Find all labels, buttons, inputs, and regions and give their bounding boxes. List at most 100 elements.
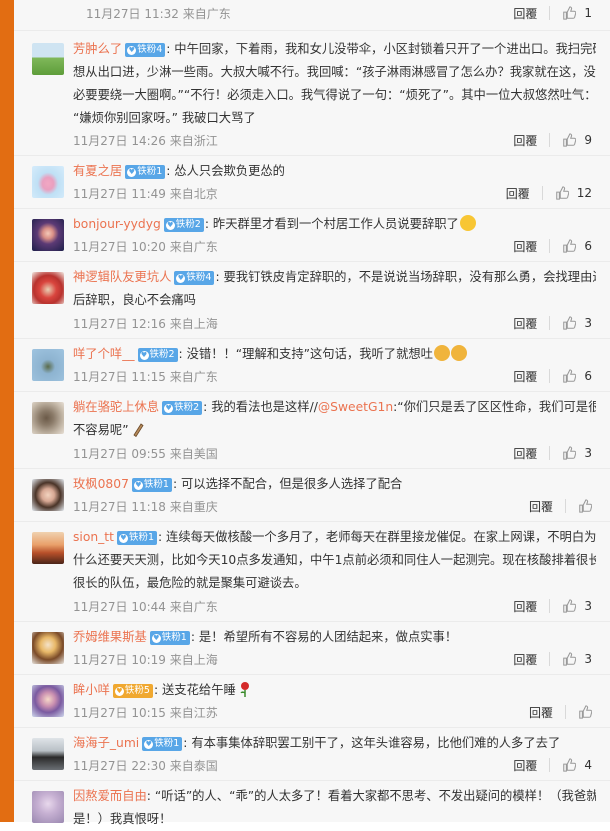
username[interactable]: 因熬爱而自由 [73,789,147,803]
username[interactable]: 芳肿么了 [73,42,122,56]
like-button[interactable]: 6 [562,239,592,253]
like-button[interactable]: 6 [562,369,592,383]
like-button[interactable] [578,499,592,513]
like-button[interactable]: 3 [562,599,592,613]
fan-badge[interactable]: ♥ 铁粉2 [162,401,203,415]
reply-button[interactable]: 回覆 [513,315,537,332]
reply-button[interactable]: 回覆 [513,651,537,668]
fan-badge[interactable]: ♥ 铁粉2 [163,218,204,232]
thumbs-up-icon [563,446,577,460]
reply-button[interactable]: 回覆 [506,185,530,202]
divider [549,6,551,20]
reply-button[interactable]: 回覆 [513,132,537,149]
like-button[interactable]: 3 [562,652,592,666]
username[interactable]: 有夏之居 [73,164,122,178]
avatar[interactable] [32,219,64,251]
username[interactable]: 海海子_umi [73,736,139,750]
reply-button[interactable]: 回覆 [513,238,537,255]
like-count: 6 [584,369,592,383]
comment-meta: 11月27日 11:32 来自广东 [86,7,231,21]
avatar[interactable] [32,272,64,304]
comment-text: 因熬爱而自由: “听话”的人、“乖”的人太多了！看着大家都不思考、不发出疑问的模… [73,789,596,826]
comment-actions: 回覆 6 [513,236,592,256]
comment-text: 海海子_umi ♥ 铁粉1: 有本事集体辞职罢工别干了，这年头谁容易，比他们难的人多… [73,736,561,751]
vomit-emoji-icon [450,345,467,361]
comment-meta: 11月27日 22:30 来自泰国 [73,759,218,773]
comment-item: 有夏之居 ♥ 铁粉1: 怂人只会欺负更怂的 11月27日 11:49 来自北京 回覆… [14,156,610,209]
like-button[interactable]: 3 [562,316,592,330]
comment-actions: 回覆 9 [513,130,592,150]
reply-button[interactable]: 回覆 [513,5,537,22]
reply-button[interactable]: 回覆 [529,498,553,515]
like-button[interactable]: 1 [562,6,592,20]
thumbs-up-icon [563,652,577,666]
avatar[interactable] [32,166,64,198]
thumbs-up-icon [579,499,592,513]
like-button[interactable]: 3 [562,446,592,460]
avatar[interactable] [32,43,64,75]
avatar[interactable] [32,402,64,434]
fan-badge[interactable]: ♥ 铁粉1 [116,531,157,545]
like-count: 4 [584,758,592,772]
username[interactable]: 玫枫0807 [73,477,129,491]
comment-actions: 回覆 1 [513,3,592,23]
heart-icon: ♥ [114,687,124,696]
heart-icon: ♥ [139,351,149,360]
fan-badge[interactable]: ♥ 铁粉1 [125,165,166,179]
comment-text: 有夏之居 ♥ 铁粉1: 怂人只会欺负更怂的 [73,164,285,179]
comment-item: 躺在骆驼上休息 ♥ 铁粉2: 我的看法也是这样//@SweetG1n:“你们只是丢了… [14,392,610,469]
avatar[interactable] [32,349,64,381]
like-button[interactable]: 9 [562,133,592,147]
avatar[interactable] [32,632,64,664]
comment-text: bonjour-yydyg ♥ 铁粉2: 昨天群里才看到一个村居工作人员说要辞职了 [73,213,596,236]
avatar[interactable] [32,532,64,564]
fan-badge[interactable]: ♥ 铁粉2 [137,348,178,362]
reply-button[interactable]: 回覆 [529,704,553,721]
comment-item: 玫枫0807 ♥ 铁粉1: 可以选择不配合，但是很多人选择了配合 11月27日 11… [14,469,610,522]
comment-meta: 11月27日 10:44 来自广东 [73,600,218,614]
username[interactable]: bonjour-yydyg [73,217,161,231]
comment-item: 神逻辑队友更坑人 ♥ 铁粉4: 要我钉铁皮肯定辞职的，不是说说当场辞职，没有那么勇，… [14,262,610,339]
heart-icon: ♥ [176,274,186,283]
username[interactable]: 乔姆维果斯基 [73,630,147,644]
vomit-emoji-icon [433,345,450,361]
reply-button[interactable]: 回覆 [513,757,537,774]
fan-badge[interactable]: ♥ 铁粉5 [112,684,153,698]
comment-item: bonjour-yydyg ♥ 铁粉2: 昨天群里才看到一个村居工作人员说要辞职了 … [14,209,610,262]
like-count: 3 [584,599,592,613]
heart-icon: ♥ [151,634,161,643]
fan-badge[interactable]: ♥ 铁粉1 [142,737,183,751]
like-button[interactable]: 4 [562,758,592,772]
comment-actions: 回覆 3 [513,443,592,463]
username[interactable]: 咩了个咩__ [73,347,135,361]
fan-badge[interactable]: ♥ 铁粉4 [125,43,166,57]
avatar[interactable] [32,479,64,511]
user-mention-link[interactable]: @SweetG1n [318,400,393,414]
comment-meta: 11月27日 09:55 来自美国 [73,447,218,461]
like-button[interactable] [578,705,592,719]
reply-button[interactable]: 回覆 [513,368,537,385]
avatar[interactable] [32,791,64,823]
heart-icon: ♥ [133,481,143,490]
fan-badge[interactable]: ♥ 铁粉1 [131,478,172,492]
like-count: 6 [584,239,592,253]
avatar[interactable] [32,685,64,717]
reply-button[interactable]: 回覆 [513,445,537,462]
comment-item: 乔姆维果斯基 ♥ 铁粉1: 是！希望所有不容易的人团结起来，做点实事！ 11月27日… [14,622,610,675]
thumbs-up-icon [563,239,577,253]
fan-badge[interactable]: ♥ 铁粉1 [149,631,190,645]
comment-text: 躺在骆驼上休息 ♥ 铁粉2: 我的看法也是这样//@SweetG1n:“你们只是丢了… [73,400,596,438]
comment-meta: 11月27日 11:18 来自重庆 [73,500,218,514]
avatar[interactable] [32,738,64,770]
reply-button[interactable]: 回覆 [513,598,537,615]
comment-item: 芳肿么了 ♥ 铁粉4: 中午回家，下着雨，我和女儿没带伞，小区封锁着只开了一个进出口… [14,31,610,156]
username[interactable]: 神逻辑队友更坑人 [73,270,171,284]
comment-meta: 11月27日 11:15 来自广东 [73,370,218,384]
fan-badge[interactable]: ♥ 铁粉4 [174,271,215,285]
username[interactable]: 躺在骆驼上休息 [73,400,159,414]
username[interactable]: 眸小咩 [73,683,110,697]
comment-item: 咩了个咩__ ♥ 铁粉2: 没错！！“理解和支持”这句话，我听了就想吐 11月27日… [14,339,610,392]
comment-meta: 11月27日 14:26 来自浙江 [73,134,218,148]
like-button[interactable]: 12 [555,186,592,200]
username[interactable]: sion_tt [73,530,114,544]
